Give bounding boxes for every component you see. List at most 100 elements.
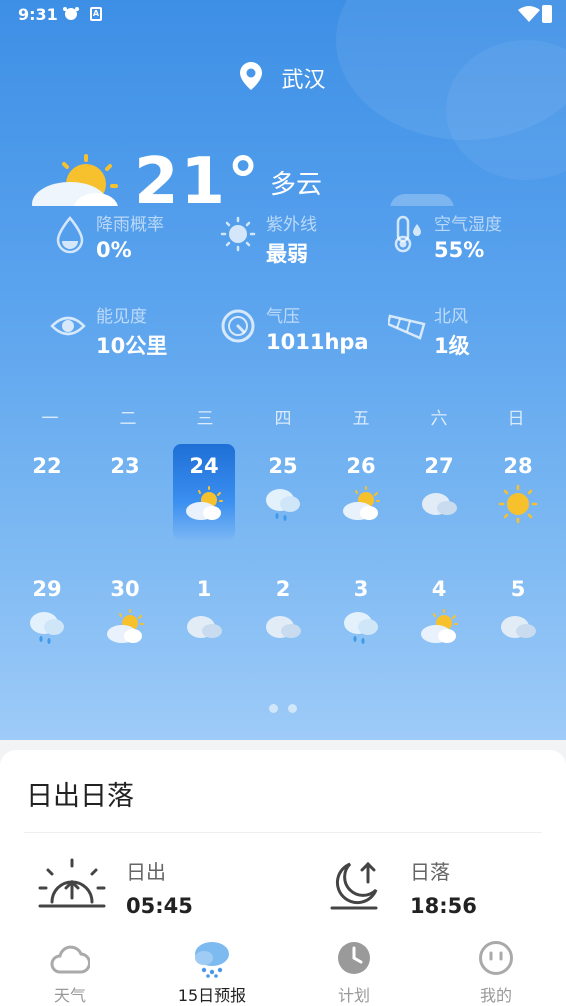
tab-weather[interactable]: 天气 (10, 940, 130, 1006)
day-number: 29 (32, 577, 62, 601)
sunrise-sunset-card: 日出日落 日出 05:45 日落 18:56 (0, 750, 566, 950)
weekday-label: 四 (274, 409, 292, 429)
forecast-day[interactable]: 22 (16, 454, 78, 550)
divider (24, 832, 542, 833)
clock-icon (294, 940, 414, 978)
cloud-icon (184, 607, 224, 647)
sunrise-time: 05:45 (126, 894, 193, 918)
detail-label: 气压 (266, 307, 300, 327)
windsock-icon (386, 306, 428, 346)
page-indicator (0, 698, 566, 717)
current-temperature: 21° (134, 150, 262, 206)
day-number: 4 (431, 577, 447, 601)
notification-icon (62, 6, 80, 26)
day-number: 23 (110, 454, 140, 478)
forecast-day[interactable]: 25 (252, 454, 314, 550)
forecast-day[interactable]: 28 (487, 454, 549, 550)
day-number: 27 (424, 454, 454, 478)
forecast-day[interactable]: 26 (330, 454, 392, 550)
forecast-day[interactable]: 1 (173, 577, 235, 673)
partly-cloudy-icon (30, 154, 122, 206)
app-a-icon: A (90, 7, 102, 21)
battery-icon (542, 5, 552, 23)
sun-uv-icon (220, 214, 260, 254)
tab-plan[interactable]: 计划 (294, 940, 414, 1006)
forecast-day[interactable]: 2 (252, 577, 314, 673)
weekday-label: 日 (507, 409, 525, 429)
forecast-day[interactable]: 30 (94, 577, 156, 673)
detail-value: 1011hpa (266, 330, 369, 354)
page-dot[interactable] (288, 704, 297, 713)
city-name: 武汉 (281, 68, 326, 93)
day-number: 2 (275, 577, 291, 601)
aqi-badge[interactable] (390, 194, 454, 206)
day-number: 30 (110, 577, 140, 601)
day-number: 1 (196, 577, 212, 601)
card-title: 日出日落 (26, 781, 134, 812)
day-number: 5 (510, 577, 526, 601)
status-time: 9:31 (18, 5, 58, 24)
tab-label: 天气 (53, 986, 86, 1005)
tab-mine[interactable]: 我的 (436, 940, 556, 1006)
detail-visibility: 能见度 10公里 (50, 298, 220, 358)
weather-hero: 9:31 A 武汉 21° 多云 降雨概率 0% 紫外线 最弱 空气湿度 55%… (0, 0, 566, 740)
day-number: 22 (32, 454, 62, 478)
sunrise-icon (38, 856, 106, 920)
weekday-label: 五 (352, 409, 370, 429)
partly-cloudy-icon (341, 484, 381, 524)
sunrise-item: 日出 05:45 (38, 850, 288, 920)
day-number: 25 (268, 454, 298, 478)
sunset-item: 日落 18:56 (322, 850, 566, 920)
partly-cloudy-icon (419, 607, 459, 647)
cloud-icon (498, 607, 538, 647)
current-condition: 多云 (270, 170, 323, 200)
detail-value: 1级 (434, 334, 470, 358)
forecast-day[interactable]: 4 (408, 577, 470, 673)
cloud-icon (263, 607, 303, 647)
detail-label: 空气湿度 (434, 215, 502, 235)
detail-label: 北风 (434, 307, 468, 327)
location-header[interactable]: 武汉 (0, 62, 566, 94)
detail-label: 降雨概率 (96, 215, 164, 235)
tab-label: 我的 (479, 986, 512, 1005)
detail-value: 55% (434, 238, 485, 262)
weekday-header: 一 二 三 四 五 六 日 (0, 404, 566, 429)
detail-label: 能见度 (96, 307, 147, 327)
forecast-day[interactable]: 23 (94, 454, 156, 550)
gauge-icon (220, 306, 260, 346)
smiley-face-icon (436, 940, 556, 978)
day-number: 3 (353, 577, 369, 601)
detail-uv: 紫外线 最弱 (220, 206, 390, 266)
page-dot[interactable] (269, 704, 278, 713)
wifi-icon (518, 6, 540, 26)
forecast-day[interactable]: 3 (330, 577, 392, 673)
cloud-rain-icon (27, 607, 67, 647)
weekday-label: 六 (430, 409, 448, 429)
day-number: 28 (503, 454, 533, 478)
tab-15day-forecast[interactable]: 15日预报 (152, 940, 272, 1006)
day-number: 26 (346, 454, 376, 478)
status-bar: 9:31 A (0, 0, 566, 30)
weekday-label: 一 (41, 409, 59, 429)
sunny-icon (498, 484, 538, 524)
forecast-day[interactable]: 27 (408, 454, 470, 550)
sunset-moon-icon (322, 856, 390, 920)
detail-value: 10公里 (96, 334, 168, 358)
eye-icon (50, 306, 90, 346)
detail-label: 紫外线 (266, 215, 317, 235)
forecast-day[interactable]: 5 (487, 577, 549, 673)
location-pin-icon (240, 62, 263, 94)
detail-value: 最弱 (266, 242, 308, 266)
cloud-rain-icon (263, 484, 303, 524)
sunrise-label: 日出 (126, 860, 166, 884)
partly-cloudy-icon (105, 607, 145, 647)
cloud-icon (419, 484, 459, 524)
weekday-label: 二 (119, 409, 137, 429)
detail-wind: 北风 1级 (386, 298, 558, 358)
forecast-day[interactable]: 24 (173, 444, 235, 550)
tab-label: 15日预报 (177, 986, 247, 1005)
partly-cloudy-icon (184, 484, 224, 524)
cloud-rain-icon (152, 940, 272, 978)
forecast-day[interactable]: 29 (16, 577, 78, 673)
sunset-label: 日落 (410, 860, 450, 884)
